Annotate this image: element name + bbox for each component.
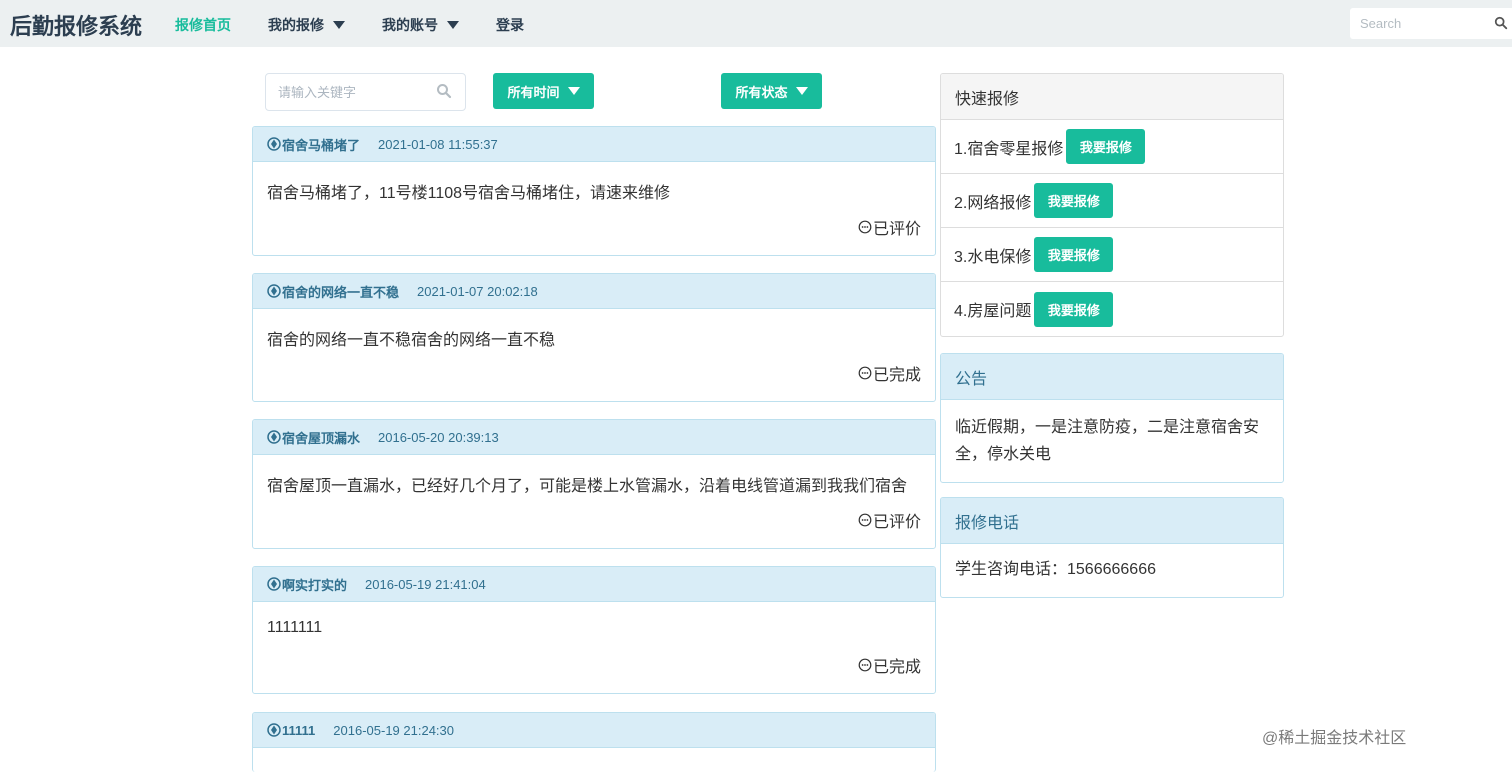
status-filter-label: 所有状态 bbox=[735, 84, 788, 100]
quick-repair-item: 4.房屋问题 我要报修 bbox=[941, 282, 1283, 336]
compass-icon bbox=[267, 430, 281, 444]
repair-now-button[interactable]: 我要报修 bbox=[1034, 291, 1114, 327]
time-filter-label: 所有时间 bbox=[507, 84, 560, 100]
repair-content: 1111111 bbox=[267, 619, 323, 636]
repair-status-label: 已评价 bbox=[872, 514, 921, 531]
nav-item-my-account[interactable]: 我的账号 bbox=[382, 15, 459, 35]
repair-card[interactable]: 啊实打实的 2016-05-19 21:41:04 1111111 已完成 bbox=[252, 566, 936, 694]
quick-repair-item-label: 3.水电保修 bbox=[954, 248, 1032, 266]
top-navbar: 后勤报修系统 报修首页 我的报修 我的账号 登录 bbox=[0, 0, 1512, 47]
minus-circle-icon bbox=[858, 366, 872, 380]
navbar-search-input[interactable] bbox=[1350, 8, 1512, 39]
repair-status: 已完成 bbox=[858, 361, 921, 385]
repair-card-header: 宿舍马桶堵了 2021-01-08 11:55:37 bbox=[253, 127, 935, 162]
quick-repair-item: 1.宿舍零星报修 我要报修 bbox=[941, 120, 1283, 174]
compass-icon bbox=[267, 284, 281, 298]
repair-status-label: 已评价 bbox=[872, 221, 921, 238]
quick-repair-item-label: 4.房屋问题 bbox=[954, 303, 1032, 320]
repair-date: 2021-01-08 11:55:37 bbox=[378, 136, 498, 152]
quick-repair-panel: 快速报修 1.宿舍零星报修 我要报修 2.网络报修 我要报修 3.水电保修 我要… bbox=[940, 73, 1284, 337]
phone-title: 报修电话 bbox=[941, 498, 1283, 544]
repair-title[interactable]: 宿舍屋顶漏水 bbox=[282, 428, 360, 447]
status-filter-dropdown[interactable]: 所有状态 bbox=[721, 73, 822, 109]
repair-card-header: 啊实打实的 2016-05-19 21:41:04 bbox=[253, 567, 935, 602]
quick-repair-item: 2.网络报修 我要报修 bbox=[941, 174, 1283, 228]
caret-down-icon bbox=[795, 87, 808, 95]
repair-now-button[interactable]: 我要报修 bbox=[1034, 237, 1114, 272]
notice-title: 公告 bbox=[941, 354, 1283, 400]
repair-title[interactable]: 宿舍马桶堵了 bbox=[282, 135, 360, 154]
phone-panel: 报修电话 学生咨询电话：1566666666 bbox=[940, 497, 1284, 598]
repair-content: 宿舍的网络一直不稳宿舍的网络一直不稳 bbox=[267, 332, 556, 349]
repair-status: 已评价 bbox=[858, 215, 921, 239]
notice-panel: 公告 临近假期，一是注意防疫，二是注意宿舍安全，停水关电 bbox=[940, 353, 1284, 483]
phone-text: 学生咨询电话：1566666666 bbox=[955, 561, 1156, 578]
repair-date: 2016-05-20 20:39:13 bbox=[378, 429, 499, 445]
nav-item-label: 报修首页 bbox=[175, 17, 231, 33]
caret-down-icon bbox=[333, 21, 345, 29]
repair-card[interactable]: 宿舍屋顶漏水 2016-05-20 20:39:13 宿舍屋顶一直漏水，已经好几… bbox=[252, 419, 936, 549]
repair-title[interactable]: 啊实打实的 bbox=[282, 575, 347, 594]
repair-title[interactable]: 宿舍的网络一直不稳 bbox=[282, 282, 399, 301]
quick-repair-item: 3.水电保修 我要报修 bbox=[941, 228, 1283, 282]
repair-card-header: 11111 2016-05-19 21:24:30 bbox=[253, 713, 935, 748]
time-filter-dropdown[interactable]: 所有时间 bbox=[493, 73, 594, 109]
repair-card-header: 宿舍屋顶漏水 2016-05-20 20:39:13 bbox=[253, 420, 935, 455]
repair-date: 2021-01-07 20:02:18 bbox=[417, 283, 538, 299]
caret-down-icon bbox=[447, 21, 459, 29]
repair-card-header: 宿舍的网络一直不稳 2021-01-07 20:02:18 bbox=[253, 274, 935, 309]
caret-down-icon bbox=[567, 87, 580, 95]
nav-item-label: 我的报修 bbox=[268, 17, 324, 33]
nav-item-home[interactable]: 报修首页 bbox=[175, 15, 231, 35]
compass-icon bbox=[267, 723, 281, 737]
quick-repair-item-label: 2.网络报修 bbox=[954, 194, 1032, 212]
minus-circle-icon bbox=[858, 658, 872, 672]
repair-content: 宿舍马桶堵了，11号楼1108号宿舍马桶堵住，请速来维修 bbox=[267, 185, 671, 202]
notice-text: 临近假期，一是注意防疫，二是注意宿舍安全，停水关电 bbox=[955, 419, 1260, 463]
repair-status-label: 已完成 bbox=[872, 367, 921, 384]
nav-item-label: 我的账号 bbox=[382, 17, 438, 33]
compass-icon bbox=[267, 577, 281, 591]
repair-card[interactable]: 11111 2016-05-19 21:24:30 bbox=[252, 712, 936, 772]
brand-title[interactable]: 后勤报修系统 bbox=[10, 9, 142, 41]
repair-now-button[interactable]: 我要报修 bbox=[1066, 129, 1146, 164]
quick-repair-item-label: 1.宿舍零星报修 bbox=[954, 140, 1064, 158]
nav-item-login[interactable]: 登录 bbox=[496, 15, 524, 35]
search-icon[interactable] bbox=[436, 83, 452, 99]
repair-title[interactable]: 11111 bbox=[282, 723, 315, 738]
repair-status-label: 已完成 bbox=[872, 659, 921, 676]
nav-item-label: 登录 bbox=[496, 17, 524, 33]
repair-date: 2016-05-19 21:41:04 bbox=[365, 576, 486, 592]
repair-status: 已完成 bbox=[858, 653, 921, 677]
repair-card[interactable]: 宿舍马桶堵了 2021-01-08 11:55:37 宿舍马桶堵了，11号楼11… bbox=[252, 126, 936, 256]
minus-circle-icon bbox=[858, 513, 872, 527]
quick-repair-title: 快速报修 bbox=[941, 74, 1283, 120]
repair-date: 2016-05-19 21:24:30 bbox=[333, 722, 454, 738]
nav-item-my-repairs[interactable]: 我的报修 bbox=[268, 15, 345, 35]
repair-now-button[interactable]: 我要报修 bbox=[1034, 183, 1114, 218]
repair-content: 宿舍屋顶一直漏水，已经好几个月了，可能是楼上水管漏水，沿着电线管道漏到我我们宿舍 bbox=[267, 478, 908, 495]
repair-card[interactable]: 宿舍的网络一直不稳 2021-01-07 20:02:18 宿舍的网络一直不稳宿… bbox=[252, 273, 936, 402]
search-icon[interactable] bbox=[1494, 16, 1508, 30]
compass-icon bbox=[267, 137, 281, 151]
repair-status: 已评价 bbox=[858, 508, 921, 532]
watermark: @稀土掘金技术社区 bbox=[1262, 730, 1407, 747]
minus-circle-icon bbox=[858, 220, 872, 234]
